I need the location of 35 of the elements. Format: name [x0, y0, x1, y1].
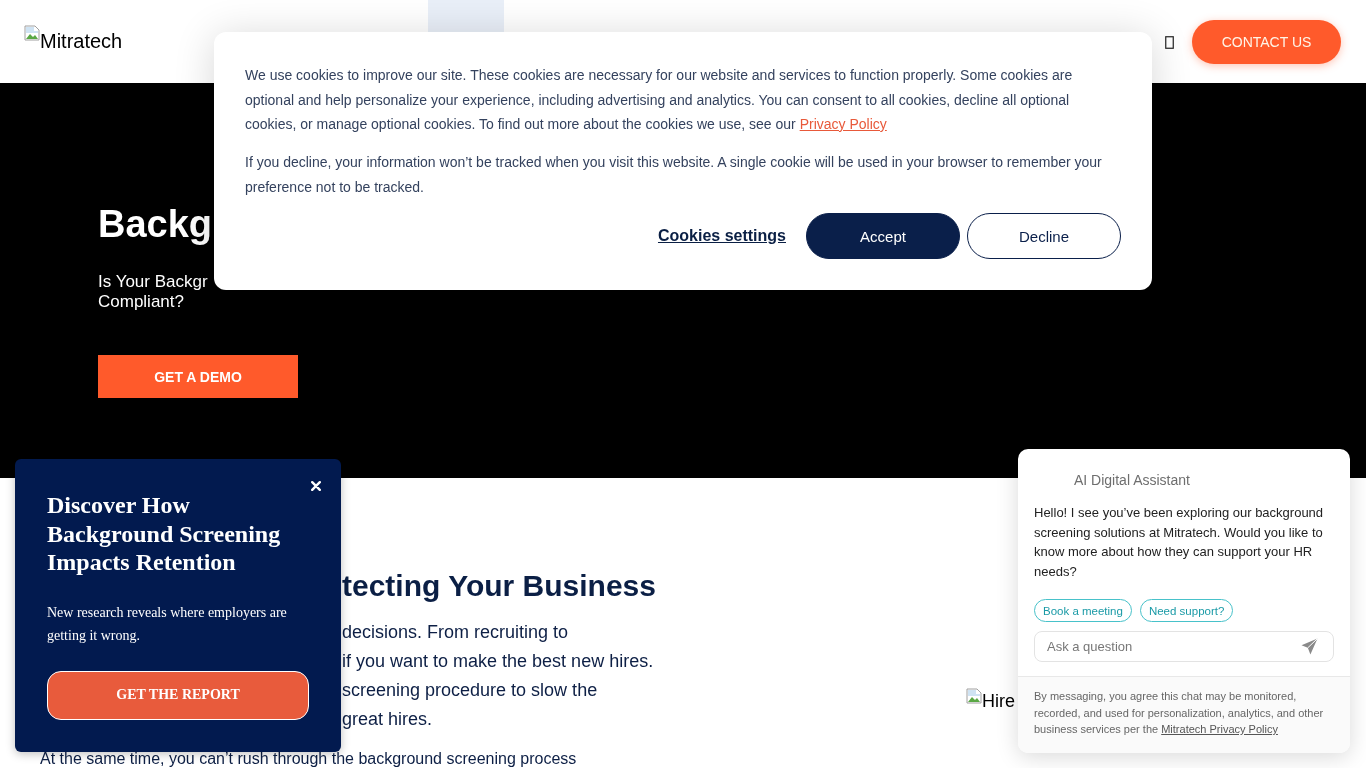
close-icon	[311, 481, 321, 491]
popup-text: New research reveals where employers are getting it wrong.	[47, 603, 288, 645]
cookie-notice-text: We use cookies to improve our site. These cookies are necessary for our website and services to function properly. Some cookies are optional and help personalize your experience, including advertising and analytics. You can consent to all cookies, decline all optional cookies, or manage optional cookies. To find out more about the cookies we use, see our Privacy Policy	[245, 66, 1074, 134]
chat-title: AI Digital Assistant	[1074, 472, 1190, 489]
hero-subtitle: Compliant?	[98, 292, 184, 312]
hero-title: Backg	[98, 202, 213, 247]
cookie-settings-link[interactable]: Cookies settings	[657, 227, 786, 245]
body-text: great hires.	[342, 708, 433, 731]
logo-alt-text: Mitratech	[40, 29, 123, 53]
quick-reply-button[interactable]: Need support?	[1139, 599, 1234, 622]
disclaimer-text: By messaging, you agree this chat may be monitored, recorded, and used for personalization, analytics, and other business services per the Mitratech Privacy Policy	[1034, 689, 1325, 737]
report-button[interactable]: GET THE REPORT	[47, 670, 309, 720]
popup-title: Discover How Background Screening Impacts Retention	[47, 491, 282, 577]
body-text: screening procedure to slow the	[342, 679, 598, 702]
decline-button[interactable]: Decline	[967, 213, 1121, 259]
body-text: if you want to make the best new hires.	[342, 650, 654, 673]
close-button[interactable]	[311, 481, 321, 491]
section-heading: tecting Your Business	[342, 568, 656, 604]
cookie-notice-text: If you decline, your information won’t be tracked when you visit this website. A single cookie will be used in your browser to remember your preference not to be tracked.	[245, 153, 1103, 197]
hero-subtitle: Is Your Backgr	[98, 272, 208, 292]
privacy-policy-link[interactable]: Privacy Policy	[799, 116, 887, 132]
body-text: At the same time, you can’t rush through the background screening process	[40, 752, 577, 766]
image-alt-text: Hire	[982, 691, 1015, 712]
demo-button[interactable]: GET A DEMO	[98, 355, 298, 398]
send-icon[interactable]	[1301, 638, 1318, 655]
missing-glyph-icon	[1165, 36, 1174, 49]
chat-message: Hello! I see you’ve been exploring our background screening solutions at Mitratech. Would you like to know more about how they can support your HR needs?	[1034, 504, 1325, 581]
contact-button[interactable]: CONTACT US	[1192, 19, 1341, 64]
accept-button[interactable]: Accept	[806, 213, 960, 259]
quick-reply-button[interactable]: Book a meeting	[1034, 599, 1132, 622]
question-input[interactable]: Ask a question	[1034, 631, 1334, 662]
body-text: decisions. From recruiting to	[342, 621, 569, 644]
broken-image-icon	[966, 688, 982, 704]
broken-image-icon	[24, 24, 40, 41]
privacy-policy-link[interactable]: Mitratech Privacy Policy	[1161, 723, 1278, 735]
